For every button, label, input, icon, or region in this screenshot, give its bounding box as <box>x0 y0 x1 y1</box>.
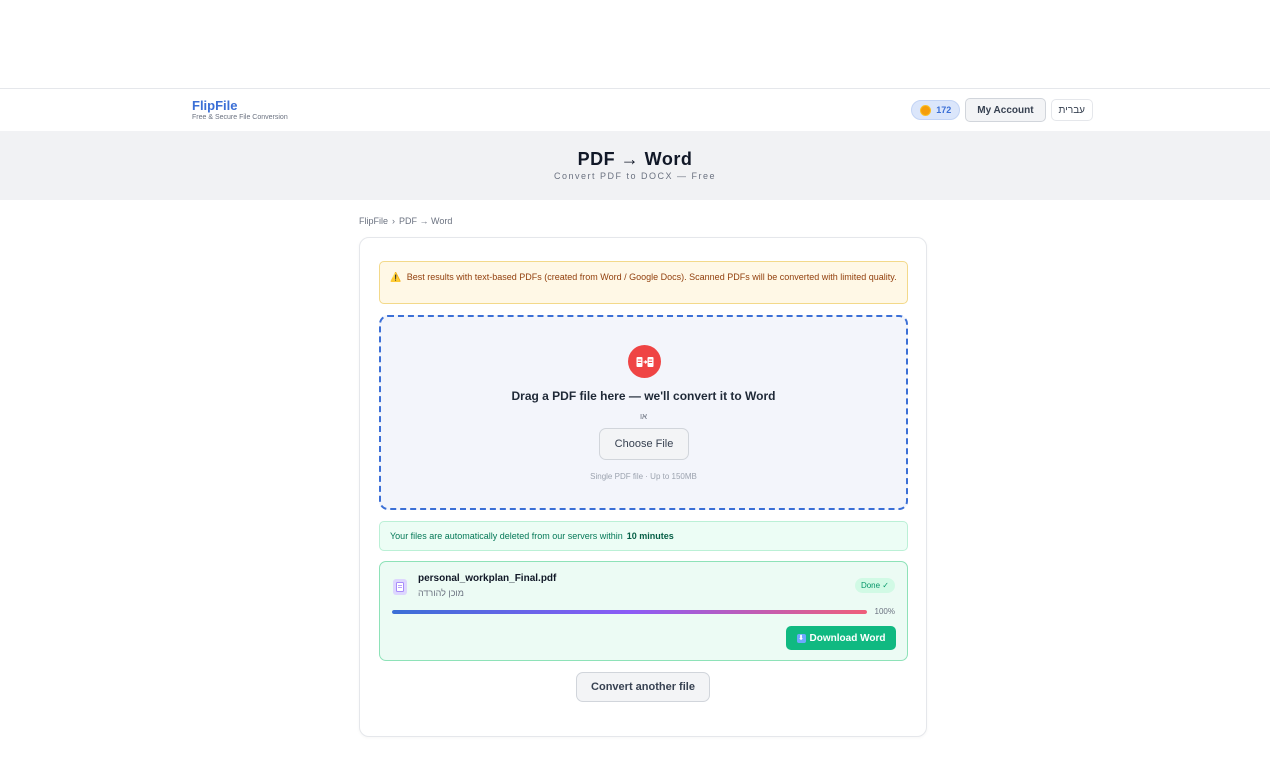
progress-fill <box>392 610 867 614</box>
file-status: מוכן להורדה <box>418 588 464 598</box>
hero-banner: PDF → Word Convert PDF to DOCX — Free <box>0 131 1270 200</box>
coin-balance[interactable]: 172 <box>911 100 961 120</box>
brand-tagline: Free & Secure File Conversion <box>192 113 288 121</box>
privacy-duration: 10 minutes <box>626 531 674 541</box>
choose-file-button[interactable]: Choose File <box>599 428 689 460</box>
top-blank-area <box>0 0 1270 89</box>
breadcrumb: FlipFile › PDF → Word <box>359 216 452 226</box>
quality-notice: ⚠️ Best results with text-based PDFs (cr… <box>379 261 908 304</box>
status-badge: Done ✓ <box>854 578 895 593</box>
navbar: FlipFile Free & Secure File Conversion 1… <box>0 89 1270 131</box>
progress-percent: 100% <box>874 607 895 616</box>
coin-count: 172 <box>936 105 952 115</box>
quality-notice-text: Best results with text-based PDFs (creat… <box>406 272 897 282</box>
converter-card: ⚠️ Best results with text-based PDFs (cr… <box>359 237 927 737</box>
breadcrumb-home[interactable]: FlipFile <box>359 216 388 226</box>
dropzone-title: Drag a PDF file here — we'll convert it … <box>511 389 776 403</box>
convert-another-button[interactable]: Convert another file <box>576 672 710 702</box>
breadcrumb-separator: › <box>392 216 396 226</box>
my-account-button[interactable]: My Account <box>965 98 1046 122</box>
file-result-card: personal_workplan_Final.pdf מוכן להורדה … <box>379 561 908 661</box>
file-dropzone[interactable]: Drag a PDF file here — we'll convert it … <box>379 315 908 510</box>
breadcrumb-current: PDF → Word <box>399 216 453 226</box>
brand[interactable]: FlipFile Free & Secure File Conversion <box>192 98 288 122</box>
file-name: personal_workplan_Final.pdf <box>418 573 557 584</box>
dropzone-hint: Single PDF file · Up to 150MB <box>590 472 697 481</box>
page-title: PDF → Word <box>577 149 693 169</box>
warning-icon: ⚠️ <box>390 272 402 282</box>
convert-glyph-icon <box>636 356 653 367</box>
privacy-text: Your files are automatically deleted fro… <box>390 531 623 541</box>
brand-name[interactable]: FlipFile <box>192 98 288 113</box>
page-subtitle: Convert PDF to DOCX — Free <box>553 171 717 181</box>
dropzone-or: או <box>639 412 648 421</box>
file-icon <box>393 579 407 595</box>
document-icon <box>396 582 404 592</box>
download-label: Download Word <box>809 632 886 644</box>
download-word-button[interactable]: ⬇ Download Word <box>786 626 896 650</box>
privacy-notice: Your files are automatically deleted fro… <box>379 521 908 551</box>
language-toggle-button[interactable]: עברית <box>1050 99 1093 121</box>
download-icon: ⬇ <box>796 633 806 643</box>
progress-bar <box>392 610 867 614</box>
nav-actions: 172 My Account עברית <box>911 98 1093 122</box>
pdf-to-word-icon <box>628 345 661 378</box>
coin-icon <box>920 104 932 116</box>
